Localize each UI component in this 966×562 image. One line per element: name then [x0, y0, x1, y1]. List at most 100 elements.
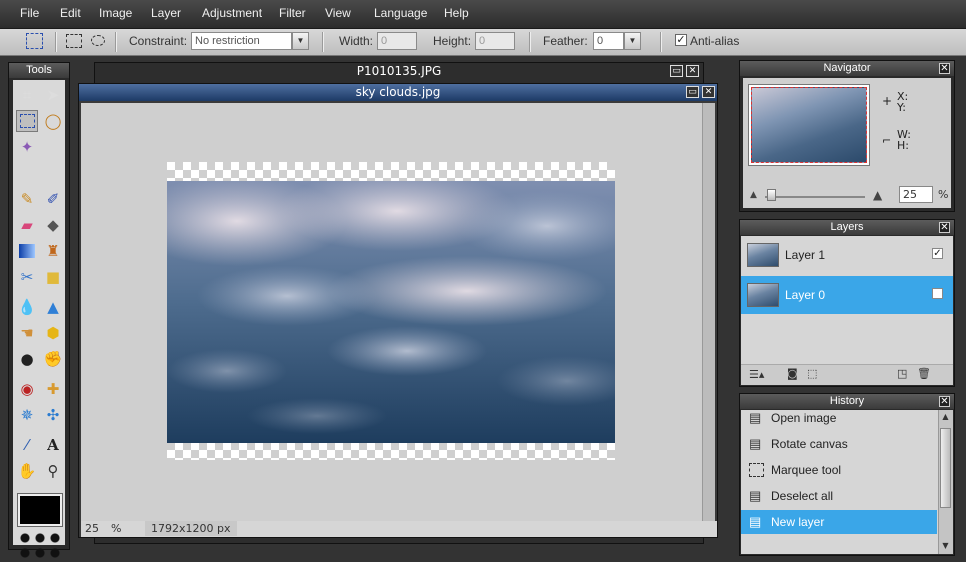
scroll-down-icon[interactable]: ▼ — [940, 541, 951, 552]
brush-icon[interactable]: ✐ — [42, 188, 64, 210]
foreground-color-swatch[interactable] — [18, 494, 62, 526]
close-icon[interactable]: ✕ — [702, 86, 715, 98]
navigator-panel: Navigator ✕ + X: Y: ⌐ W: H: ▲ ▲ 25 % — [739, 60, 955, 212]
crosshair-icon: + — [882, 94, 893, 108]
scroll-up-icon[interactable]: ▲ — [940, 412, 951, 423]
menu-filter[interactable]: Filter — [279, 6, 306, 20]
navigator-viewport[interactable] — [751, 87, 867, 163]
close-icon[interactable]: ✕ — [939, 396, 950, 407]
rect-selection-icon[interactable] — [66, 34, 82, 48]
feather-field[interactable]: 0 — [593, 32, 624, 50]
zoom-value[interactable]: 25 — [85, 522, 99, 535]
tool-presets-icon[interactable] — [19, 532, 63, 560]
zoom-in-icon[interactable]: ▲ — [873, 188, 882, 202]
new-layer-icon[interactable]: ◳ — [897, 367, 907, 380]
history-item[interactable]: ▤ Rotate canvas — [741, 432, 937, 456]
type-icon[interactable]: A — [42, 434, 64, 456]
drawing-icon[interactable]: ■ — [42, 266, 64, 288]
layer-visibility-checkbox[interactable] — [932, 288, 943, 299]
separator — [115, 32, 117, 52]
zoom-slider[interactable] — [765, 196, 865, 198]
layers-body: Layer 1 ✓ Layer 0 ☰▴ ◙ ⬚ ◳ 🗑 — [741, 236, 953, 385]
menu-file[interactable]: File — [20, 6, 39, 20]
history-item-label: Marquee tool — [771, 463, 842, 477]
document-icon: ▤ — [749, 410, 762, 425]
zoom-out-icon[interactable]: ▲ — [750, 190, 757, 200]
marquee-icon — [749, 462, 764, 477]
antialias-checkbox[interactable]: ✓ — [675, 34, 687, 46]
history-item-label: New layer — [771, 515, 825, 529]
history-item[interactable]: ▤ Deselect all — [741, 484, 937, 508]
smudge-icon[interactable]: ☚ — [16, 322, 38, 344]
history-item[interactable]: ▤ Open image — [741, 410, 937, 430]
pinch-icon[interactable]: ✣ — [42, 404, 64, 426]
layer-row-selected[interactable]: Layer 0 — [741, 276, 953, 314]
h-label: H: — [897, 139, 909, 152]
tools-body: ⌗ ➤ ◯ ✦ ✎ ✐ ▰ ◆ ♜ ✂ ■ 💧 ▲ ☚ ⬢ ● ✊ ◉ ✚ ✵ … — [13, 80, 65, 560]
layers-toolbar: ☰▴ ◙ ⬚ ◳ 🗑 — [741, 364, 953, 385]
history-scrollbar[interactable]: ▲ ▼ — [938, 410, 953, 554]
canvas-area[interactable] — [81, 103, 703, 521]
delete-layer-icon[interactable]: 🗑 — [917, 367, 931, 380]
magic-wand-icon[interactable]: ✦ — [16, 136, 38, 158]
constraint-select[interactable]: No restriction — [191, 32, 292, 50]
height-field[interactable]: 0 — [475, 32, 515, 50]
sponge-icon[interactable]: ⬢ — [42, 322, 64, 344]
maximize-icon[interactable]: ▭ — [686, 86, 699, 98]
document-icon: ▤ — [749, 514, 762, 529]
lasso-icon[interactable]: ◯ — [42, 110, 64, 132]
marquee-icon[interactable] — [16, 110, 38, 132]
navigator-zoom-field[interactable]: 25 — [899, 186, 933, 203]
layer-style-icon[interactable]: ⬚ — [807, 367, 817, 380]
move-icon[interactable]: ➤ — [42, 84, 64, 106]
layer-visibility-checkbox[interactable]: ✓ — [932, 248, 943, 259]
clone-stamp-icon[interactable]: ♜ — [42, 240, 64, 262]
close-icon[interactable]: ✕ — [939, 222, 950, 233]
layer-name[interactable]: Layer 0 — [785, 288, 825, 302]
menu-adjustment[interactable]: Adjustment — [202, 6, 262, 20]
red-eye-icon[interactable]: ◉ — [16, 378, 38, 400]
bloat-icon[interactable]: ✵ — [16, 404, 38, 426]
eraser-icon[interactable]: ▰ — [16, 214, 38, 236]
crop-icon[interactable]: ⌗ — [16, 84, 38, 106]
menu-help[interactable]: Help — [444, 6, 469, 20]
vertical-scrollbar[interactable] — [702, 103, 715, 521]
dodge-icon[interactable]: ● — [16, 348, 38, 370]
menu-layer[interactable]: Layer — [151, 6, 181, 20]
blur-icon[interactable]: 💧 — [16, 296, 38, 318]
menu-language[interactable]: Language — [374, 6, 427, 20]
layer-mask-icon[interactable]: ◙ — [787, 367, 798, 380]
layer-settings-icon[interactable]: ☰▴ — [749, 368, 764, 381]
chevron-down-icon[interactable]: ▼ — [292, 32, 309, 50]
ellipse-selection-icon[interactable] — [91, 35, 105, 46]
close-icon[interactable]: ✕ — [686, 65, 699, 77]
color-replace-icon[interactable]: ✂ — [16, 266, 38, 288]
layer-row[interactable]: Layer 1 ✓ — [741, 236, 953, 274]
chevron-down-icon[interactable]: ▼ — [624, 32, 641, 50]
paint-bucket-icon[interactable]: ◆ — [42, 214, 64, 236]
history-item-selected[interactable]: ▤ New layer — [741, 510, 937, 534]
options-bar: Constraint: No restriction ▼ Width: 0 He… — [0, 29, 966, 56]
history-item[interactable]: Marquee tool — [741, 458, 937, 482]
navigator-thumbnail[interactable] — [748, 84, 870, 166]
image-window-front[interactable]: sky clouds.jpg ▭ ✕ 25 % 1792x1200 px — [78, 83, 718, 538]
zoom-slider-thumb[interactable] — [767, 189, 776, 201]
spot-heal-icon[interactable]: ✚ — [42, 378, 64, 400]
gradient-icon[interactable] — [16, 240, 38, 262]
width-field[interactable]: 0 — [377, 32, 417, 50]
layer-name[interactable]: Layer 1 — [785, 248, 825, 262]
canvas-image[interactable] — [167, 162, 615, 460]
menu-image[interactable]: Image — [99, 6, 132, 20]
maximize-icon[interactable]: ▭ — [670, 65, 683, 77]
hand-icon[interactable]: ✋ — [16, 460, 38, 482]
size-icon: ⌐ — [882, 134, 892, 147]
menu-view[interactable]: View — [325, 6, 351, 20]
close-icon[interactable]: ✕ — [939, 63, 950, 74]
menu-edit[interactable]: Edit — [60, 6, 81, 20]
zoom-icon[interactable]: ⚲ — [42, 460, 64, 482]
scroll-thumb[interactable] — [940, 428, 951, 508]
sharpen-icon[interactable]: ▲ — [42, 296, 64, 318]
pencil-icon[interactable]: ✎ — [16, 188, 38, 210]
burn-icon[interactable]: ✊ — [42, 348, 64, 370]
color-picker-icon[interactable]: ⁄ — [16, 434, 38, 456]
